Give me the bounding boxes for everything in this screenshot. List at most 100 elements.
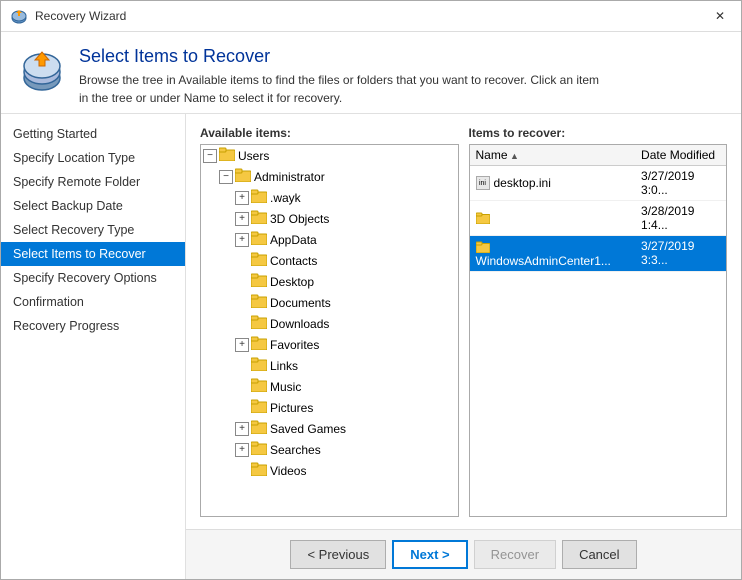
wizard-description-line1: Browse the tree in Available items to fi…: [79, 71, 599, 89]
videos-folder-icon: [251, 462, 267, 479]
music-folder-icon: [251, 378, 267, 395]
tree-item-pictures[interactable]: Pictures: [201, 397, 458, 418]
sidebar-item-specify-remote-folder[interactable]: Specify Remote Folder: [1, 170, 185, 194]
titlebar-title-text: Recovery Wizard: [35, 9, 126, 23]
tree-label-videos: Videos: [270, 464, 306, 478]
tree-item-videos[interactable]: Videos: [201, 460, 458, 481]
tree-label-documents: Documents: [270, 296, 331, 310]
folder-icon-row3: [476, 240, 490, 254]
tree-item-downloads[interactable]: Downloads: [201, 313, 458, 334]
tree-label-administrator: Administrator: [254, 170, 325, 184]
sidebar-item-recovery-progress[interactable]: Recovery Progress: [1, 314, 185, 338]
folder-icon-row2: [476, 211, 490, 225]
expander-appdata[interactable]: +: [235, 233, 249, 247]
tree-label-links: Links: [270, 359, 298, 373]
tree-item-saved-games[interactable]: + Saved Games: [201, 418, 458, 439]
tree-label-music: Music: [270, 380, 301, 394]
tree-item-searches[interactable]: + Searches: [201, 439, 458, 460]
tree-item-desktop[interactable]: Desktop: [201, 271, 458, 292]
tree-label-desktop: Desktop: [270, 275, 314, 289]
expander-users[interactable]: −: [203, 149, 217, 163]
sidebar-item-specify-location-type[interactable]: Specify Location Type: [1, 146, 185, 170]
expander-saved-games[interactable]: +: [235, 422, 249, 436]
tree-item-favorites[interactable]: + Favorites: [201, 334, 458, 355]
titlebar-left: Recovery Wizard: [11, 8, 126, 24]
table-row[interactable]: inidesktop.ini 3/27/2019 3:0...: [470, 166, 727, 201]
table-row[interactable]: WindowsAdminCenter1... 3/27/2019 3:3...: [470, 236, 727, 272]
recover-button[interactable]: Recover: [474, 540, 556, 569]
wizard-header-text: Select Items to Recover Browse the tree …: [79, 46, 599, 107]
tree-label-users: Users: [238, 149, 269, 163]
sidebar-item-select-recovery-type[interactable]: Select Recovery Type: [1, 218, 185, 242]
available-items-label: Available items:: [200, 126, 459, 140]
searches-folder-icon: [251, 441, 267, 458]
tree-item-wayk[interactable]: + .wayk: [201, 187, 458, 208]
wizard-body: Select Items to Recover Browse the tree …: [1, 32, 741, 579]
pictures-folder-icon: [251, 399, 267, 416]
tree-item-music[interactable]: Music: [201, 376, 458, 397]
sidebar-item-specify-recovery-options[interactable]: Specify Recovery Options: [1, 266, 185, 290]
next-button[interactable]: Next >: [392, 540, 467, 569]
recover-panel: Items to recover: Name Date Modified: [469, 126, 728, 517]
close-button[interactable]: ✕: [709, 7, 731, 25]
tree-item-appdata[interactable]: + AppData: [201, 229, 458, 250]
wayk-folder-icon: [251, 189, 267, 206]
expander-searches[interactable]: +: [235, 443, 249, 457]
body-area: Getting Started Specify Location Type Sp…: [1, 114, 741, 579]
tree-item-users[interactable]: − Users: [201, 145, 458, 166]
sidebar-item-select-backup-date[interactable]: Select Backup Date: [1, 194, 185, 218]
expander-favorites[interactable]: +: [235, 338, 249, 352]
wizard-header: Select Items to Recover Browse the tree …: [1, 32, 741, 114]
tree-label-downloads: Downloads: [270, 317, 329, 331]
row2-date: 3/28/2019 1:4...: [635, 201, 726, 236]
tree-label-favorites: Favorites: [270, 338, 319, 352]
file-icon-ini: ini: [476, 176, 490, 190]
previous-button[interactable]: < Previous: [290, 540, 386, 569]
row3-name: WindowsAdminCenter1...: [470, 236, 636, 272]
documents-folder-icon: [251, 294, 267, 311]
recover-table: Name Date Modified inidesktop.ini: [470, 145, 727, 272]
titlebar-icon: [11, 8, 27, 24]
tree-label-searches: Searches: [270, 443, 321, 457]
row1-date: 3/27/2019 3:0...: [635, 166, 726, 201]
wizard-description-line2: in the tree or under Name to select it f…: [79, 89, 599, 107]
links-folder-icon: [251, 357, 267, 374]
row3-date: 3/27/2019 3:3...: [635, 236, 726, 272]
expander-3dobjects[interactable]: +: [235, 212, 249, 226]
footer: < Previous Next > Recover Cancel: [186, 529, 741, 579]
tree-label-3dobjects: 3D Objects: [270, 212, 329, 226]
expander-wayk[interactable]: +: [235, 191, 249, 205]
tree-item-3dobjects[interactable]: + 3D Objects: [201, 208, 458, 229]
wizard-header-icon: [19, 46, 65, 92]
sidebar-item-select-items-to-recover[interactable]: Select Items to Recover: [1, 242, 185, 266]
tree-panel: Available items: −: [200, 126, 459, 517]
tree-label-contacts: Contacts: [270, 254, 317, 268]
col-header-date[interactable]: Date Modified: [635, 145, 726, 166]
sidebar-item-confirmation[interactable]: Confirmation: [1, 290, 185, 314]
desktop-folder-icon: [251, 273, 267, 290]
sidebar-item-getting-started[interactable]: Getting Started: [1, 122, 185, 146]
contacts-folder-icon: [251, 252, 267, 269]
tree-label-wayk: .wayk: [270, 191, 301, 205]
tree-item-documents[interactable]: Documents: [201, 292, 458, 313]
tree-container[interactable]: − Users −: [200, 144, 459, 517]
sidebar: Getting Started Specify Location Type Sp…: [1, 114, 186, 579]
3dobjects-folder-icon: [251, 210, 267, 227]
appdata-folder-icon: [251, 231, 267, 248]
panels-area: Available items: −: [186, 114, 741, 529]
recovery-wizard-window: Recovery Wizard ✕ Select Items to Recove…: [0, 0, 742, 580]
tree-label-appdata: AppData: [270, 233, 317, 247]
row2-name: [470, 201, 636, 236]
users-folder-icon: [219, 147, 235, 164]
wizard-main-title: Select Items to Recover: [79, 46, 599, 67]
tree-item-links[interactable]: Links: [201, 355, 458, 376]
cancel-button[interactable]: Cancel: [562, 540, 636, 569]
table-row[interactable]: 3/28/2019 1:4...: [470, 201, 727, 236]
col-header-name[interactable]: Name: [470, 145, 636, 166]
tree-item-contacts[interactable]: Contacts: [201, 250, 458, 271]
administrator-folder-icon: [235, 168, 251, 185]
items-to-recover-label: Items to recover:: [469, 126, 728, 140]
recover-table-container[interactable]: Name Date Modified inidesktop.ini: [469, 144, 728, 517]
tree-item-administrator[interactable]: − Administrator: [201, 166, 458, 187]
expander-administrator[interactable]: −: [219, 170, 233, 184]
